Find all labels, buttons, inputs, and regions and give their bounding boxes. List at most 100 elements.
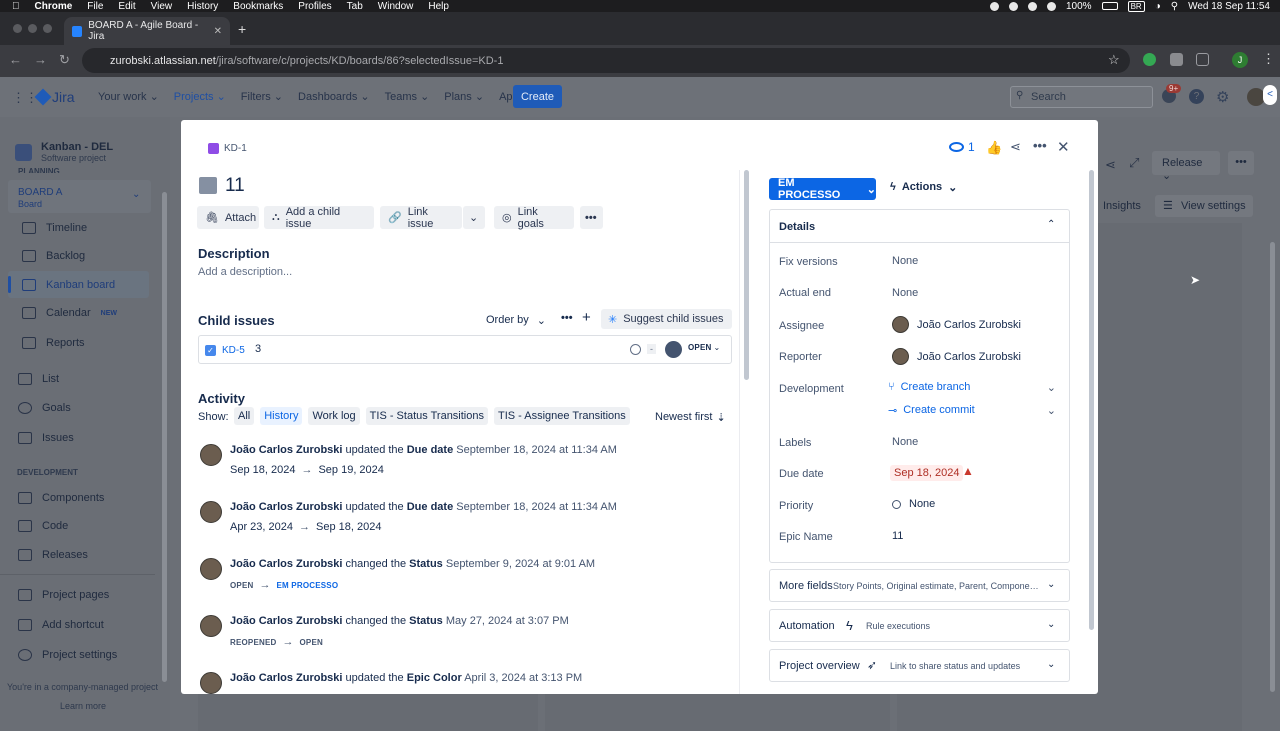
- zoom-window-button[interactable]: [43, 24, 52, 33]
- extensions-puzzle-icon[interactable]: [1196, 53, 1209, 66]
- issue-key-link[interactable]: KD-1: [224, 143, 247, 154]
- filter-history[interactable]: History: [260, 407, 303, 425]
- actual-end-value[interactable]: None: [892, 287, 918, 299]
- close-tab-icon[interactable]: ✕: [214, 26, 222, 37]
- details-header[interactable]: Details ⌃: [770, 210, 1069, 243]
- sidebar-item-timeline[interactable]: Timeline: [22, 222, 87, 234]
- extension-icon[interactable]: [1143, 53, 1156, 66]
- filter-all[interactable]: All: [234, 407, 255, 425]
- add-icon[interactable]: +: [582, 309, 591, 326]
- history-user[interactable]: João Carlos Zurobski: [230, 615, 342, 627]
- sidebar-item-code[interactable]: Code: [18, 520, 68, 532]
- menu-view[interactable]: View: [151, 1, 173, 12]
- history-user[interactable]: João Carlos Zurobski: [230, 672, 342, 684]
- new-tab-icon[interactable]: +: [238, 21, 246, 37]
- menubar-app-name[interactable]: Chrome: [35, 1, 73, 12]
- more-icon[interactable]: •••: [561, 312, 573, 324]
- create-button[interactable]: Create: [513, 85, 562, 108]
- more-actions-button[interactable]: •••: [580, 206, 603, 229]
- actions-button[interactable]: ϟ Actions ⌄: [890, 181, 957, 194]
- close-window-button[interactable]: [13, 24, 22, 33]
- extension-icon[interactable]: [1170, 53, 1183, 66]
- history-user[interactable]: João Carlos Zurobski: [230, 558, 342, 570]
- browser-tab[interactable]: BOARD A - Agile Board - Jira ✕: [64, 17, 230, 45]
- address-bar[interactable]: zurobski.atlassian.net/jira/software/c/p…: [82, 48, 1130, 73]
- add-child-issue-button[interactable]: ⛬ Add a child issue: [264, 206, 374, 230]
- input-source[interactable]: BR: [1127, 0, 1145, 12]
- bookmark-star-icon[interactable]: ☆: [1108, 52, 1120, 68]
- collapse-panel-icon[interactable]: <: [1263, 85, 1277, 105]
- share-icon[interactable]: ⋖: [1105, 157, 1116, 173]
- suggest-child-issues-button[interactable]: ✳ Suggest child issues: [601, 309, 732, 329]
- more-fields-panel[interactable]: More fields Story Points, Original estim…: [769, 569, 1070, 602]
- nav-your-work[interactable]: Your work ⌄: [98, 90, 159, 103]
- sidebar-item-project-settings[interactable]: Project settings: [18, 649, 117, 661]
- menu-profiles[interactable]: Profiles: [298, 1, 331, 12]
- thumbs-up-icon[interactable]: 👍: [986, 140, 1002, 156]
- attach-button[interactable]: 🖇 Attach: [197, 206, 259, 229]
- wifi-icon[interactable]: ◑: [1155, 1, 1161, 12]
- automation-panel[interactable]: Automation ϟ Rule executions ⌄: [769, 609, 1070, 642]
- release-button[interactable]: Release ⌄: [1152, 151, 1220, 182]
- board-scrollbar[interactable]: [1270, 242, 1275, 692]
- clock[interactable]: Wed 18 Sep 11:54: [1188, 1, 1270, 12]
- create-commit-link[interactable]: ⊸ Create commit ⌄: [888, 404, 1056, 417]
- more-actions-icon[interactable]: •••: [1033, 138, 1047, 153]
- settings-gear-icon[interactable]: ⚙: [1216, 88, 1229, 106]
- sidebar-item-goals[interactable]: Goals: [18, 402, 71, 414]
- nav-teams[interactable]: Teams ⌄: [385, 90, 430, 103]
- child-issue-key[interactable]: KD-5: [222, 345, 245, 356]
- left-scrollbar[interactable]: [744, 170, 749, 380]
- sidebar-item-kanban-board[interactable]: Kanban board: [22, 279, 115, 291]
- close-icon[interactable]: ✕: [1057, 138, 1070, 156]
- sidebar-item-releases[interactable]: Releases: [18, 549, 88, 561]
- order-by-button[interactable]: Order by ⌄: [486, 314, 546, 327]
- create-branch-link[interactable]: ⑂ Create branch ⌄: [888, 381, 1056, 394]
- right-scrollbar[interactable]: [1089, 170, 1094, 630]
- menu-history[interactable]: History: [187, 1, 218, 12]
- labels-value[interactable]: None: [892, 436, 918, 448]
- status-icon[interactable]: [990, 1, 999, 11]
- learn-more-link[interactable]: Learn more: [60, 701, 106, 711]
- reporter-field[interactable]: João Carlos Zurobski: [892, 348, 1021, 365]
- sort-button[interactable]: Newest first ⇣: [655, 411, 726, 424]
- search-icon[interactable]: ⚲: [1171, 1, 1178, 12]
- status-icon[interactable]: [1028, 1, 1037, 11]
- epic-name-value[interactable]: 11: [892, 530, 903, 542]
- sidebar-item-calendar[interactable]: Calendar NEW: [22, 307, 117, 319]
- board-selector[interactable]: BOARD A Board ⌄: [8, 180, 151, 213]
- due-date-value[interactable]: Sep 18, 2024: [890, 465, 964, 481]
- jira-logo[interactable]: Jira: [34, 88, 75, 106]
- share-icon[interactable]: ⋖: [1010, 139, 1021, 155]
- forward-icon[interactable]: →: [34, 52, 47, 67]
- status-button[interactable]: EM PROCESSO ⌄: [769, 177, 876, 201]
- minimize-window-button[interactable]: [28, 24, 37, 33]
- history-user[interactable]: João Carlos Zurobski: [230, 444, 342, 456]
- nav-dashboards[interactable]: Dashboards ⌄: [298, 90, 370, 103]
- sidebar-item-backlog[interactable]: Backlog: [22, 250, 85, 262]
- sidebar-item-reports[interactable]: Reports: [22, 337, 85, 349]
- nav-projects[interactable]: Projects ⌄: [174, 90, 226, 103]
- description-placeholder[interactable]: Add a description...: [198, 266, 292, 278]
- apple-icon[interactable]: : [12, 1, 20, 12]
- browser-menu-icon[interactable]: ⋮: [1262, 51, 1275, 67]
- link-issue-dropdown[interactable]: ⌄: [463, 206, 485, 229]
- help-icon[interactable]: ?: [1189, 89, 1204, 104]
- sidebar-scrollbar[interactable]: [162, 192, 167, 682]
- history-user[interactable]: João Carlos Zurobski: [230, 501, 342, 513]
- sidebar-item-add-shortcut[interactable]: Add shortcut: [18, 619, 104, 631]
- expand-icon[interactable]: ⤢: [1129, 155, 1139, 171]
- link-issue-button[interactable]: 🔗 Link issue: [380, 206, 462, 230]
- profile-avatar[interactable]: J: [1232, 52, 1248, 68]
- fix-versions-value[interactable]: None: [892, 255, 918, 267]
- filter-status-transitions[interactable]: TIS - Status Transitions: [365, 407, 488, 425]
- sidebar-item-list[interactable]: List: [18, 373, 59, 385]
- priority-field[interactable]: None: [892, 498, 935, 510]
- filter-work-log[interactable]: Work log: [308, 407, 360, 425]
- status-icon[interactable]: [1047, 1, 1056, 11]
- watch-button[interactable]: 1: [949, 140, 975, 154]
- battery-icon[interactable]: [1101, 2, 1118, 10]
- menu-file[interactable]: File: [87, 1, 103, 12]
- reload-icon[interactable]: ↻: [59, 52, 70, 68]
- filter-assignee-transitions[interactable]: TIS - Assignee Transitions: [494, 407, 630, 425]
